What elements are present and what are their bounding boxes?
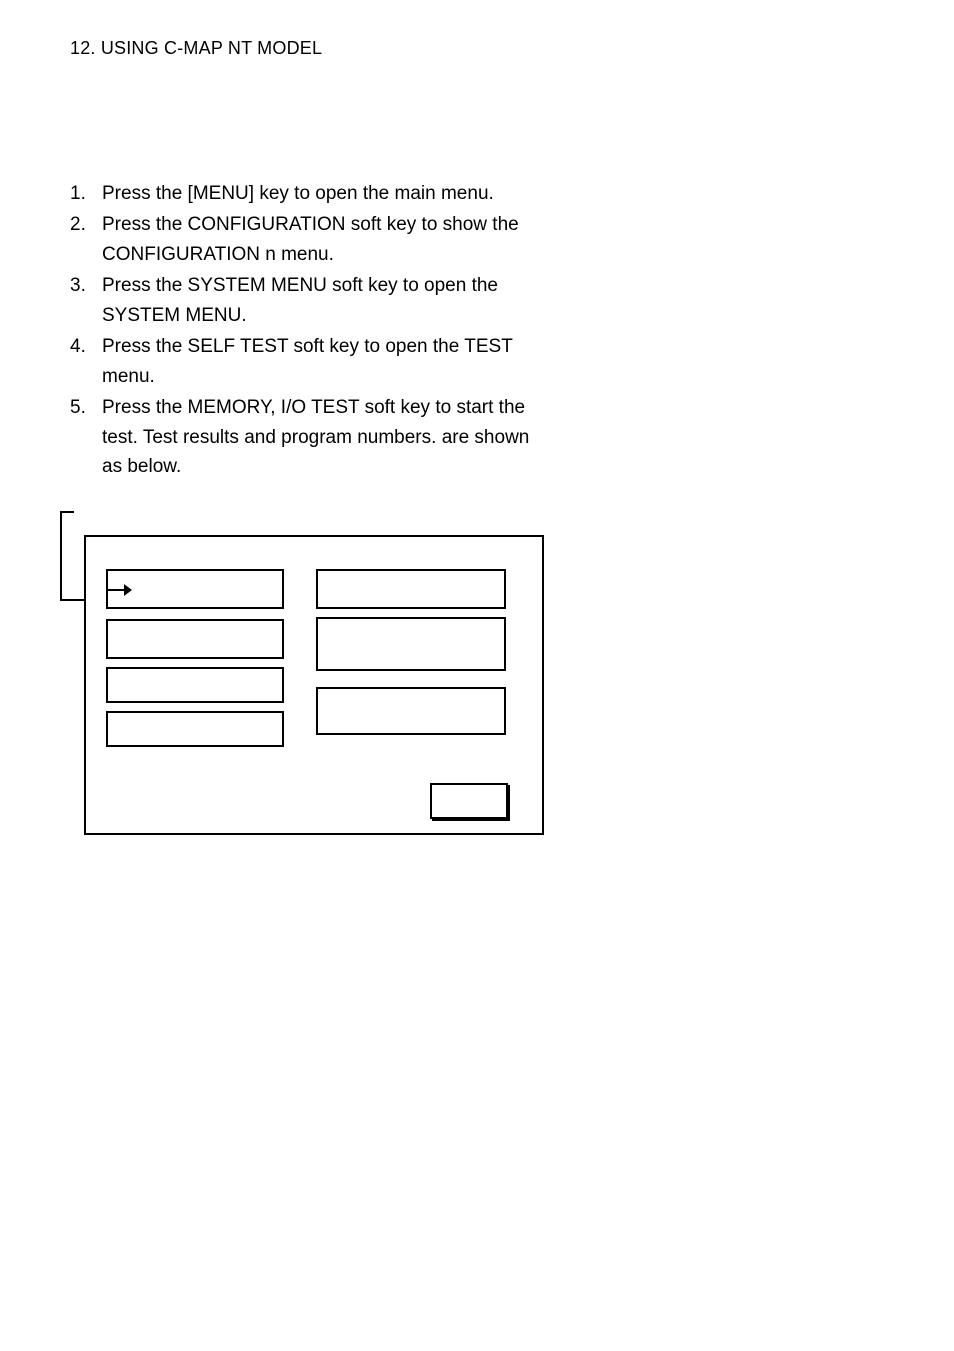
result-box bbox=[106, 569, 284, 609]
list-item: 3. Press the SYSTEM MENU soft key to ope… bbox=[70, 271, 550, 330]
step-number: 3. bbox=[70, 271, 102, 330]
arrow-icon bbox=[106, 589, 126, 591]
step-number: 1. bbox=[70, 179, 102, 208]
callout-connector bbox=[60, 599, 84, 601]
body-column: 1. Press the [MENU] key to open the main… bbox=[70, 179, 550, 865]
step-number: 2. bbox=[70, 210, 102, 269]
result-box bbox=[106, 667, 284, 703]
step-text: Press the SELF TEST soft key to open the… bbox=[102, 332, 550, 391]
step-text: Press the SYSTEM MENU soft key to open t… bbox=[102, 271, 550, 330]
result-box bbox=[316, 617, 506, 671]
list-item: 5. Press the MEMORY, I/O TEST soft key t… bbox=[70, 393, 550, 481]
step-number: 5. bbox=[70, 393, 102, 481]
step-text: Press the [MENU] key to open the main me… bbox=[102, 179, 550, 208]
step-number: 4. bbox=[70, 332, 102, 391]
document-page: 12. USING C-MAP NT MODEL 1. Press the [M… bbox=[0, 0, 954, 1351]
instruction-list: 1. Press the [MENU] key to open the main… bbox=[70, 179, 550, 481]
softkey-box bbox=[430, 783, 508, 819]
arrow-head-icon bbox=[124, 584, 132, 596]
list-item: 4. Press the SELF TEST soft key to open … bbox=[70, 332, 550, 391]
diagram bbox=[70, 505, 550, 865]
result-box bbox=[316, 687, 506, 735]
page-header: 12. USING C-MAP NT MODEL bbox=[70, 38, 884, 59]
result-box bbox=[316, 569, 506, 609]
step-text: Press the MEMORY, I/O TEST soft key to s… bbox=[102, 393, 550, 481]
screen-outline bbox=[84, 535, 544, 835]
list-item: 2. Press the CONFIGURATION soft key to s… bbox=[70, 210, 550, 269]
result-box bbox=[106, 711, 284, 747]
result-box bbox=[106, 619, 284, 659]
list-item: 1. Press the [MENU] key to open the main… bbox=[70, 179, 550, 208]
callout-bracket bbox=[60, 511, 74, 601]
step-text: Press the CONFIGURATION soft key to show… bbox=[102, 210, 550, 269]
